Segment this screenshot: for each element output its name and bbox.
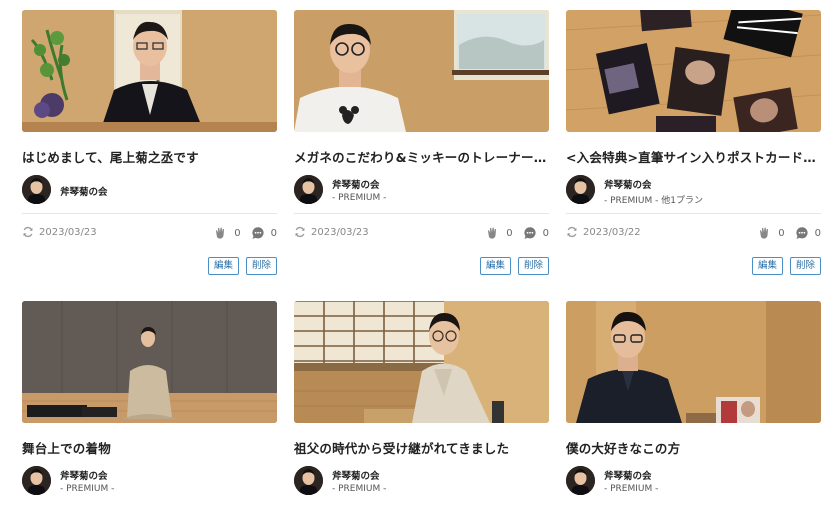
author-info[interactable]: 斧琴菊の会 - PREMIUM - [294, 175, 549, 207]
post-actions: 編集 削除 [294, 257, 549, 275]
post-card[interactable]: 舞台上での着物 斧琴菊の会 - PREMIUM - [22, 301, 277, 498]
plan-label: - PREMIUM - [332, 484, 387, 494]
comment-count: 0 [270, 227, 277, 239]
post-thumbnail[interactable] [566, 301, 821, 423]
author-name[interactable]: 斧琴菊の会 [60, 184, 108, 198]
avatar[interactable] [566, 175, 595, 204]
author-info[interactable]: 斧琴菊の会 - PREMIUM - 他1プラン [566, 175, 821, 207]
post-card[interactable]: はじめまして、尾上菊之丞です 斧琴菊の会 2023/03/23 0 0 編集 削… [22, 10, 277, 275]
plan-label: - PREMIUM - 他1プラン [604, 196, 703, 206]
author-name[interactable]: 斧琴菊の会 [332, 468, 380, 482]
author-info[interactable]: 斧琴菊の会 - PREMIUM - [294, 466, 549, 498]
author-info[interactable]: 斧琴菊の会 [22, 175, 277, 207]
edit-button[interactable]: 編集 [751, 257, 783, 275]
refresh-icon [294, 226, 306, 238]
post-meta: 2023/03/23 0 0 [22, 226, 277, 242]
clap-count: 0 [234, 227, 241, 239]
divider [294, 213, 549, 214]
author-name[interactable]: 斧琴菊の会 [604, 468, 652, 482]
divider [22, 213, 277, 214]
post-meta: 2023/03/23 0 0 [294, 226, 549, 242]
clap-icon[interactable] [214, 226, 228, 240]
post-meta: 2023/03/22 0 0 [566, 226, 821, 242]
comment-icon[interactable] [251, 226, 265, 240]
post-title[interactable]: <入会特典>直筆サイン入りポストカードを準… [566, 147, 821, 167]
refresh-icon [22, 226, 34, 238]
clap-count: 0 [778, 227, 785, 239]
avatar[interactable] [22, 175, 51, 204]
plan-label: - PREMIUM - [60, 484, 115, 494]
clap-icon[interactable] [486, 226, 500, 240]
post-title[interactable]: 祖父の時代から受け継がれてきました [294, 438, 549, 458]
author-name[interactable]: 斧琴菊の会 [332, 177, 380, 191]
post-card[interactable]: メガネのこだわり&ミッキーのトレーナー実は… 斧琴菊の会 - PREMIUM -… [294, 10, 549, 275]
avatar[interactable] [294, 175, 323, 204]
post-card[interactable]: <入会特典>直筆サイン入りポストカードを準… 斧琴菊の会 - PREMIUM -… [566, 10, 821, 275]
author-name[interactable]: 斧琴菊の会 [60, 468, 108, 482]
author-info[interactable]: 斧琴菊の会 - PREMIUM - [566, 466, 821, 498]
avatar[interactable] [22, 466, 51, 495]
clap-count: 0 [506, 227, 513, 239]
plan-label: - PREMIUM - [332, 193, 387, 203]
post-thumbnail[interactable] [294, 10, 549, 132]
post-date: 2023/03/22 [583, 226, 641, 238]
edit-button[interactable]: 編集 [479, 257, 511, 275]
post-card[interactable]: 祖父の時代から受け継がれてきました 斧琴菊の会 - PREMIUM - [294, 301, 549, 498]
post-card[interactable]: 僕の大好きなこの方 斧琴菊の会 - PREMIUM - [566, 301, 821, 498]
post-thumbnail[interactable] [294, 301, 549, 423]
post-title[interactable]: メガネのこだわり&ミッキーのトレーナー実は… [294, 147, 549, 167]
post-actions: 編集 削除 [566, 257, 821, 275]
comment-icon[interactable] [523, 226, 537, 240]
edit-button[interactable]: 編集 [207, 257, 239, 275]
delete-button[interactable]: 削除 [789, 257, 821, 275]
post-title[interactable]: 僕の大好きなこの方 [566, 438, 821, 458]
post-thumbnail[interactable] [22, 301, 277, 423]
refresh-icon [566, 226, 578, 238]
author-info[interactable]: 斧琴菊の会 - PREMIUM - [22, 466, 277, 498]
divider [566, 213, 821, 214]
comment-count: 0 [542, 227, 549, 239]
avatar[interactable] [566, 466, 595, 495]
comment-count: 0 [814, 227, 821, 239]
post-title[interactable]: はじめまして、尾上菊之丞です [22, 147, 277, 167]
delete-button[interactable]: 削除 [245, 257, 277, 275]
delete-button[interactable]: 削除 [517, 257, 549, 275]
author-name[interactable]: 斧琴菊の会 [604, 177, 652, 191]
post-thumbnail[interactable] [22, 10, 277, 132]
post-thumbnail[interactable] [566, 10, 821, 132]
comment-icon[interactable] [795, 226, 809, 240]
plan-label: - PREMIUM - [604, 484, 659, 494]
avatar[interactable] [294, 466, 323, 495]
post-date: 2023/03/23 [311, 226, 369, 238]
post-date: 2023/03/23 [39, 226, 97, 238]
post-title[interactable]: 舞台上での着物 [22, 438, 277, 458]
post-actions: 編集 削除 [22, 257, 277, 275]
clap-icon[interactable] [758, 226, 772, 240]
